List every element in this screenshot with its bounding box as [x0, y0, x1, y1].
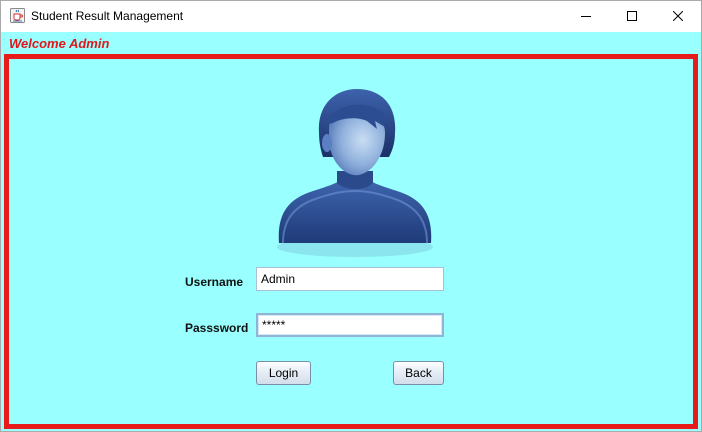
username-field[interactable] [256, 267, 444, 291]
password-label: Passsword [185, 321, 249, 335]
maximize-button[interactable] [609, 1, 655, 32]
login-button[interactable]: Login [256, 361, 311, 385]
username-label: Username [185, 275, 244, 289]
minimize-button[interactable] [563, 1, 609, 32]
app-window: Student Result Management Welcome Admin [0, 0, 702, 432]
login-panel: Username Passsword Login Back [4, 54, 698, 429]
close-icon [672, 8, 684, 26]
minimize-icon [581, 8, 591, 26]
user-avatar-icon [273, 87, 437, 259]
title-bar[interactable]: Student Result Management [1, 1, 701, 32]
close-button[interactable] [655, 1, 701, 32]
window-title: Student Result Management [31, 9, 184, 23]
password-field[interactable] [256, 313, 444, 337]
content-area: Welcome Admin Username Admin Passsword *… [1, 32, 701, 431]
back-button[interactable]: Back [393, 361, 444, 385]
maximize-icon [627, 8, 637, 26]
welcome-label: Welcome Admin [9, 36, 110, 51]
java-cup-icon[interactable] [10, 8, 25, 23]
